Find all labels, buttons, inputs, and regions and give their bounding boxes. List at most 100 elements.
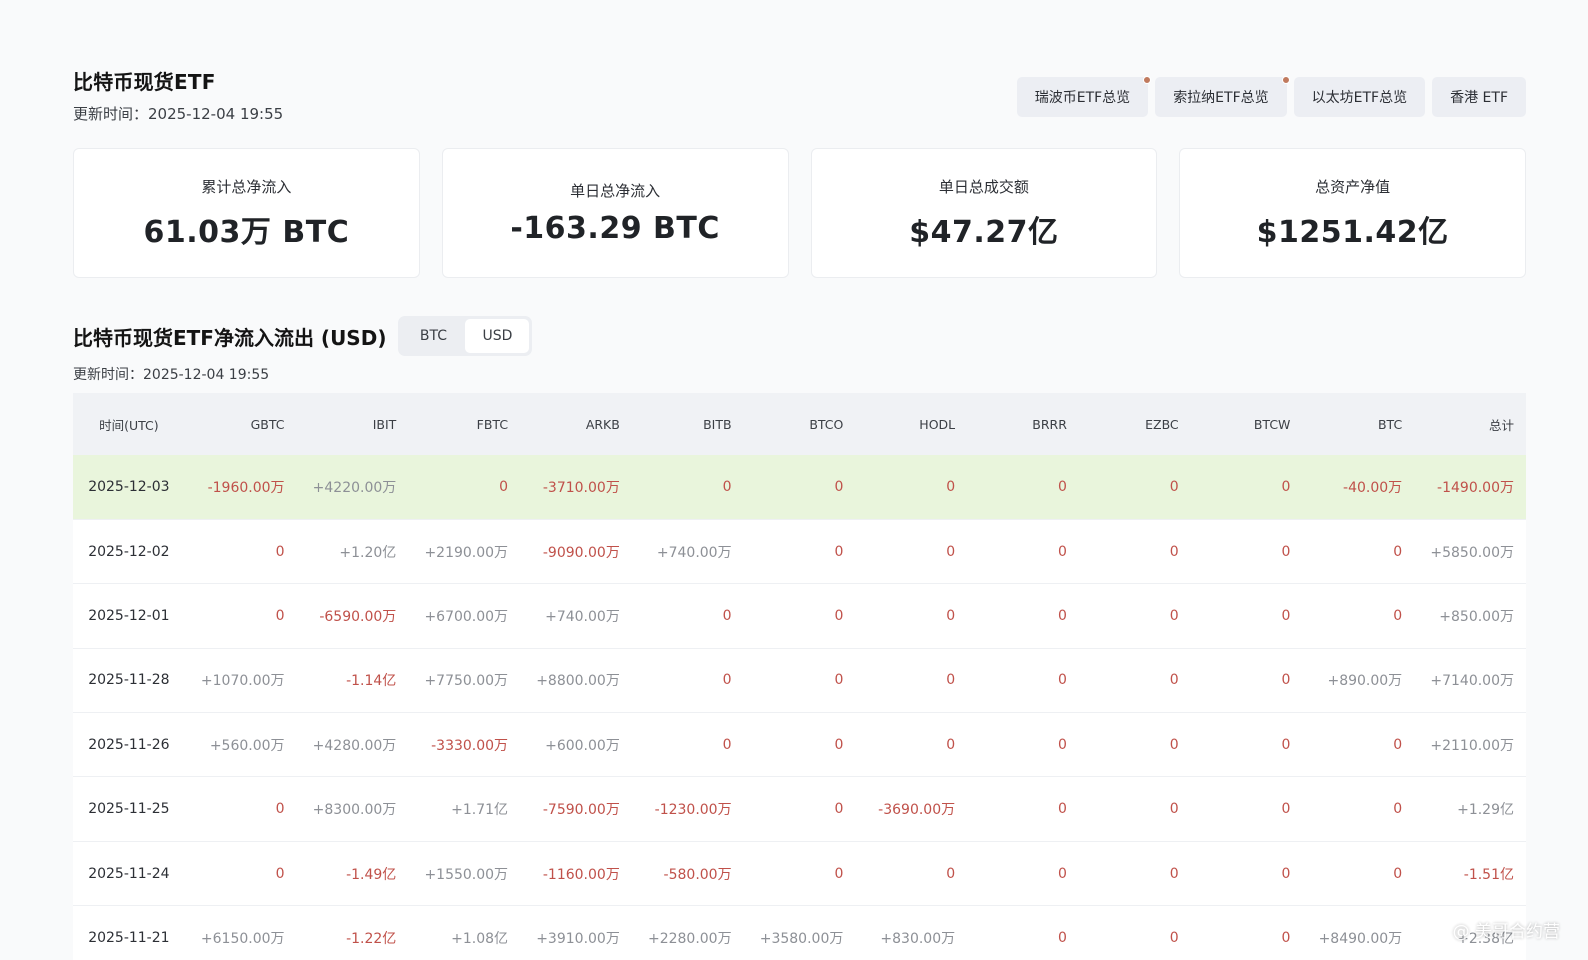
flow-cell: -1960.00万 [184,455,297,520]
date-cell: 2025-11-26 [73,712,185,778]
new-badge-dot [1281,76,1290,84]
watermark: @ 美哥合约营 [1453,917,1560,942]
flow-cell: 0 [1190,519,1303,585]
flow-cell: -1490.00万 [1414,455,1526,520]
flow-cell: -1.51亿 [1414,841,1526,907]
new-badge-dot [1143,76,1152,84]
stat-value: -163.29 BTC [510,211,720,246]
sol-etf-button[interactable]: 索拉纳ETF总览 [1155,76,1290,117]
eth-etf-button[interactable]: 以太坊ETF总览 [1293,77,1426,117]
stat-card-daily-volume: 单日总成交额 $47.27亿 [810,148,1158,278]
date-cell: 2025-11-28 [73,648,185,714]
flow-cell: 0 [184,776,297,842]
flow-cell: -3710.00万 [520,455,632,520]
nav-button-label: 瑞波币ETF总览 [1034,90,1131,106]
nav-button-label: 香港 ETF [1450,90,1508,106]
flow-cell: 0 [855,583,968,649]
column-header: 总计 [1414,393,1526,455]
flow-cell: +1070.00万 [184,648,297,714]
xrp-etf-button[interactable]: 瑞波币ETF总览 [1016,76,1152,117]
table-row[interactable]: 2025-11-24 0 -1.49亿 +1550.00万 -1160.00万 -580.… [73,841,1526,907]
table-row[interactable]: 2025-11-28 +1070.00万 -1.14亿 +7750.00万 +8800.… [73,648,1526,714]
flow-cell: 0 [967,712,1079,778]
hk-etf-button[interactable]: 香港 ETF [1432,77,1526,117]
flow-cell: -40.00万 [1302,455,1415,520]
flow-cell: 0 [1190,905,1303,960]
toggle-usd[interactable]: USD [465,319,530,353]
table-row[interactable]: 2025-12-01 0 -6590.00万 +6700.00万 +740.00万 0 0 0… [73,583,1526,649]
table-row[interactable]: 2025-12-02 0 +1.20亿 +2190.00万 -9090.00万 +740.… [73,519,1526,585]
flow-cell: -1160.00万 [520,841,632,907]
flow-table: 时间(UTC) GBTC IBIT FBTC ARKB BITB BTCO HODL BRRR E… [73,393,1526,960]
table-row[interactable]: 2025-11-21 +6150.00万 -1.22亿 +1.08亿 +3910.00万… [73,905,1526,960]
flow-cell: 0 [967,776,1079,842]
flow-cell: 0 [1190,648,1303,714]
table-body: 2025-12-03 -1960.00万 +4220.00万 0 -3710.00万 0 0… [73,455,1526,960]
table-row[interactable]: 2025-11-26 +560.00万 +4280.00万 -3330.00万 +600… [73,712,1526,778]
flow-cell: +4220.00万 [296,455,409,520]
stat-label: 单日总净流入 [570,182,661,200]
flow-cell: 0 [743,455,856,520]
flow-cell: -1.14亿 [296,648,409,714]
flow-cell: +2190.00万 [408,519,521,585]
flow-cell: 0 [1190,455,1303,520]
column-header: BRRR [967,393,1079,455]
flow-cell: 0 [1302,583,1415,649]
flow-cell: 0 [967,841,1079,907]
flow-cell: 0 [1302,841,1415,907]
flow-cell: +1550.00万 [408,841,521,907]
flow-cell: 0 [1078,776,1191,842]
column-header: FBTC [408,393,521,455]
flow-cell: 0 [743,841,856,907]
stat-card-cumulative-inflow: 累计总净流入 61.03万 BTC [73,148,420,278]
table-row[interactable]: 2025-11-25 0 +8300.00万 +1.71亿 -7590.00万 -1230… [73,776,1526,842]
flow-cell: +5850.00万 [1414,519,1526,585]
column-header: BTC [1302,393,1415,455]
toggle-btc[interactable]: BTC [401,319,465,353]
flow-cell: +8800.00万 [520,648,632,714]
flow-cell: 0 [1190,583,1303,649]
flow-cell: 0 [1078,841,1191,907]
flow-cell: 0 [743,519,856,585]
flow-cell: 0 [1302,776,1415,842]
flow-cell: -3690.00万 [855,776,968,842]
flow-cell: 0 [1190,776,1303,842]
flow-cell: 0 [743,648,856,714]
flow-cell: 0 [1302,712,1415,778]
stat-cards: 累计总净流入 61.03万 BTC 单日总净流入 -163.29 BTC 单日总… [73,148,1526,278]
stat-value: $1251.42亿 [1256,214,1449,250]
watermark-text: @ 美哥合约营 [1452,922,1560,942]
flow-cell: 0 [631,583,744,649]
etf-dashboard: 比特币现货ETF 更新时间：2025-12-04 19:55 瑞波币ETF总览 … [73,66,1526,960]
column-header: EZBC [1078,393,1191,455]
etf-nav-buttons: 瑞波币ETF总览 索拉纳ETF总览 以太坊ETF总览 香港 ETF [1016,76,1526,117]
column-header: 时间(UTC) [73,393,185,455]
date-cell: 2025-11-24 [73,841,185,907]
flow-cell: -580.00万 [631,841,744,907]
stat-value: 61.03万 BTC [143,214,350,250]
flow-cell: 0 [1078,583,1191,649]
column-header: BTCO [743,393,856,455]
flow-cell: +8490.00万 [1302,905,1415,960]
flow-cell: -6590.00万 [296,583,409,649]
flow-cell: 0 [855,841,968,907]
table-row[interactable]: 2025-12-03 -1960.00万 +4220.00万 0 -3710.00万 0 0… [73,455,1526,520]
flow-cell: +740.00万 [520,583,632,649]
flow-cell: +740.00万 [631,519,744,585]
flow-cell: +3910.00万 [520,905,632,960]
flow-cell: +600.00万 [520,712,632,778]
date-cell: 2025-12-02 [73,519,185,585]
flow-cell: -3330.00万 [408,712,521,778]
flow-cell: -9090.00万 [520,519,632,585]
flow-cell: 0 [184,583,297,649]
date-cell: 2025-11-21 [73,905,185,960]
flow-cell: 0 [1078,712,1191,778]
flow-cell: +830.00万 [855,905,968,960]
nav-button-label: 索拉纳ETF总览 [1173,90,1269,106]
flow-cell: 0 [1078,519,1191,585]
flow-cell: 0 [855,519,968,585]
flow-cell: 0 [184,841,297,907]
flow-cell: 0 [184,519,297,585]
flow-cell: 0 [1078,905,1191,960]
column-header: ARKB [520,393,632,455]
